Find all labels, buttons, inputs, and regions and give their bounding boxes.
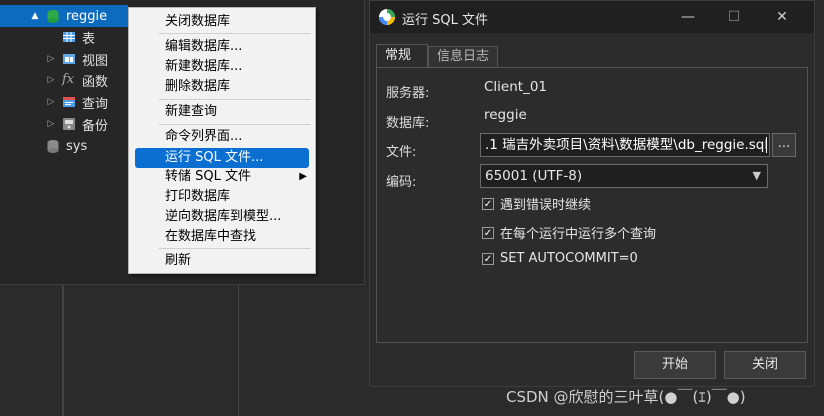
tree-item-label: reggie [66,8,108,24]
checkbox-checked-icon[interactable]: ✓ [482,226,494,239]
expand-icon[interactable]: ▷ [46,75,56,85]
option-label: 遇到错误时继续 [500,198,592,213]
menu-item-edit-database[interactable]: 编辑数据库... [129,37,315,57]
menu-item-find-in-database[interactable]: 在数据库中查找 [129,227,315,247]
option-continue-on-error[interactable]: ✓ 遇到错误时继续 [482,194,591,213]
menu-item-close-database[interactable]: 关闭数据库 [129,12,315,32]
chevron-down-icon: ▼ [752,169,761,182]
encoding-select[interactable]: 65001 (UTF-8) ▼ [480,164,768,188]
query-icon [62,95,76,109]
backup-icon [62,117,76,131]
dialog-title: 运行 SQL 文件 [402,13,488,28]
encoding-value: 65001 (UTF-8) [485,168,583,184]
background-divider [238,284,239,416]
collapse-icon[interactable]: ▲ [30,11,40,21]
menu-item-delete-database[interactable]: 删除数据库 [129,77,315,97]
menu-item-refresh[interactable]: 刷新 [129,251,315,271]
expand-icon[interactable]: ▷ [46,54,56,64]
submenu-arrow-icon: ▶ [299,171,307,182]
tree-item-views[interactable]: ▷ 视图 [46,48,108,70]
menu-separator [159,99,311,100]
option-autocommit[interactable]: ✓ SET AUTOCOMMIT=0 [482,251,638,266]
server-label: 服务器: [386,86,430,101]
view-icon [62,52,76,66]
tree-item-backups[interactable]: ▷ 备份 [46,113,108,135]
start-button[interactable]: 开始 [634,351,716,379]
menu-item-console[interactable]: 命令列界面... [129,127,315,147]
tree-item-functions[interactable]: ▷ fx 函数 [46,69,108,91]
database-value: reggie [484,107,527,123]
tree-item-sys[interactable]: sys [30,135,87,157]
tree-item-label: 查询 [82,96,109,112]
expand-icon[interactable]: ▷ [46,97,56,107]
close-window-button[interactable]: ✕ [762,5,802,29]
tree-item-reggie[interactable]: ▲ reggie [0,5,128,27]
menu-separator [159,248,311,249]
file-label: 文件: [386,145,417,160]
tree-item-label: 视图 [82,53,109,69]
menu-item-new-query[interactable]: 新建查询 [129,102,315,122]
option-label: 在每个运行中运行多个查询 [500,227,657,242]
option-multiple-queries[interactable]: ✓ 在每个运行中运行多个查询 [482,223,656,242]
dialog-titlebar[interactable]: 运行 SQL 文件 — ☐ ✕ [370,1,814,33]
run-sql-file-dialog: 运行 SQL 文件 — ☐ ✕ 常规 信息日志 服务器: Client_01 数… [369,0,815,387]
menu-item-dump-sql-file[interactable]: 转储 SQL 文件 ▶ [129,167,315,187]
checkbox-checked-icon[interactable]: ✓ [482,252,494,265]
context-menu: 关闭数据库 编辑数据库... 新建数据库... 删除数据库 新建查询 命令列界面… [128,7,316,274]
watermark: CSDN @欣慰的三叶草(●￣(ｴ)￣●) [506,388,746,406]
menu-item-reverse-to-model[interactable]: 逆向数据库到模型... [129,207,315,227]
tree-item-label: sys [66,138,88,154]
file-path-input[interactable]: .1 瑞吉外卖项目\资料\数据模型\db_reggie.sql [480,133,770,157]
browse-button[interactable]: ... [772,133,796,157]
table-icon [62,30,76,44]
tree-item-label: 函数 [82,74,109,90]
general-panel [376,67,808,343]
checkbox-checked-icon[interactable]: ✓ [482,197,494,210]
database-label: 数据库: [386,116,430,131]
encoding-label: 编码: [386,175,417,190]
server-value: Client_01 [484,79,548,95]
database-green-icon [46,9,60,23]
tree-item-label: 表 [82,31,96,47]
tree-item-queries[interactable]: ▷ 查询 [46,91,108,113]
menu-item-print-database[interactable]: 打印数据库 [129,187,315,207]
navicat-app-icon [378,8,396,26]
database-gray-icon [46,139,60,153]
background-divider [62,284,64,416]
menu-separator [159,124,311,125]
menu-separator [159,33,311,34]
tree-item-tables[interactable]: 表 [46,26,95,48]
menu-item-new-database[interactable]: 新建数据库... [129,57,315,77]
close-button[interactable]: 关闭 [724,351,806,379]
option-label: SET AUTOCOMMIT=0 [500,251,638,266]
tree-item-label: 备份 [82,118,109,134]
menu-item-label: 转储 SQL 文件 [165,169,251,184]
expand-icon[interactable]: ▷ [46,119,56,129]
minimize-button[interactable]: — [668,5,708,29]
tab-message-log[interactable]: 信息日志 [428,46,498,68]
function-icon: fx [62,72,75,87]
tab-general[interactable]: 常规 [376,44,428,68]
menu-item-run-sql-file[interactable]: 运行 SQL 文件... [135,148,309,168]
maximize-button[interactable]: ☐ [714,5,754,29]
